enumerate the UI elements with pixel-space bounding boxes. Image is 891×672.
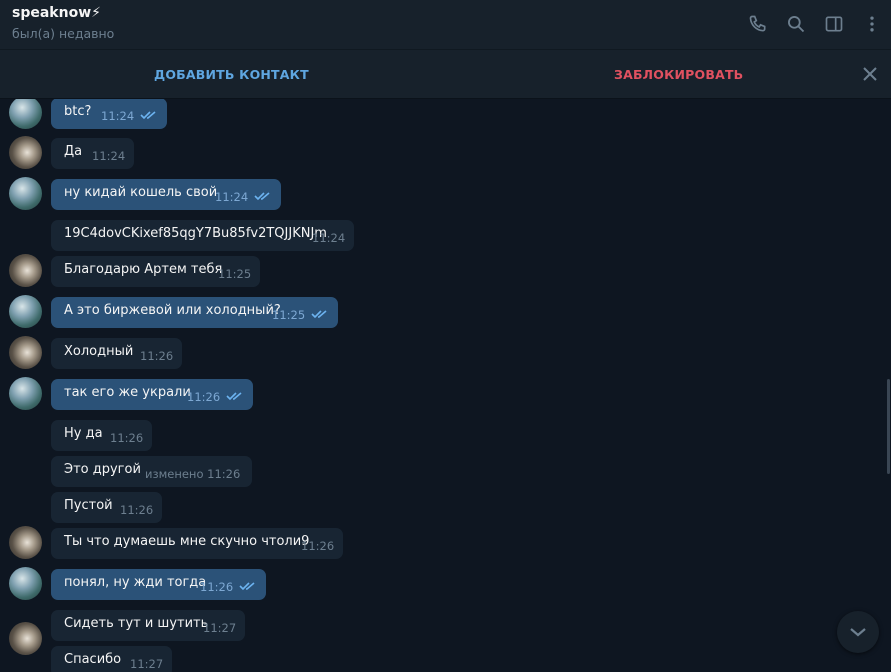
message-bubble[interactable]: 19C4dovCKixef85qgY7Bu85fv2TQJJKNJm 11:24: [51, 220, 354, 251]
search-icon[interactable]: [784, 12, 808, 36]
chevron-down-icon: [850, 628, 866, 637]
message-bubble[interactable]: понял, ну жди тогда 11:26: [51, 569, 266, 600]
message-text: Ну да: [64, 426, 103, 441]
message-text: Это другой: [64, 462, 141, 477]
read-receipt-icon: [311, 310, 327, 319]
message-time: 11:27: [203, 621, 237, 635]
message-text: ну кидай кошель свой: [64, 185, 218, 200]
phone-icon[interactable]: [746, 12, 770, 36]
message-text: Благодарю Артем тебя: [64, 262, 223, 277]
message-text: Да: [64, 144, 83, 159]
message-bubble[interactable]: Благодарю Артем тебя 11:25: [51, 256, 260, 287]
read-receipt-icon: [254, 192, 270, 201]
message-bubble[interactable]: Ты что думаешь мне скучно чтоли9 11:26: [51, 528, 343, 559]
chat-title[interactable]: speaknow⚡: [12, 5, 101, 21]
message-time: 11:26: [110, 431, 144, 445]
avatar[interactable]: [9, 136, 42, 169]
message-time: 11:26: [301, 539, 335, 553]
close-icon[interactable]: [861, 65, 879, 83]
scroll-to-bottom-button[interactable]: [837, 611, 879, 653]
message-bubble[interactable]: btc? 11:24: [51, 99, 167, 129]
message-time: 11:25: [272, 308, 306, 322]
avatar[interactable]: [9, 622, 42, 655]
message-time: 11:26: [187, 390, 221, 404]
avatar[interactable]: [9, 567, 42, 600]
message-text: Спасибо: [64, 652, 122, 667]
message-text: Сидеть тут и шутить: [64, 616, 209, 631]
message-text: 19C4dovCKixef85qgY7Bu85fv2TQJJKNJm: [64, 226, 327, 241]
message-list[interactable]: btc? 11:24 Да 11:24 ну кидай кошель свой…: [0, 99, 891, 672]
read-receipt-icon: [239, 582, 255, 591]
message-time: 11:24: [92, 149, 126, 163]
avatar[interactable]: [9, 177, 42, 210]
add-contact-button[interactable]: ДОБАВИТЬ КОНТАКТ: [154, 67, 309, 82]
message-time: 11:27: [130, 657, 164, 671]
message-bubble[interactable]: Да 11:24: [51, 138, 134, 169]
message-time: 11:24: [215, 190, 249, 204]
avatar[interactable]: [9, 254, 42, 287]
sidebar-toggle-icon[interactable]: [822, 12, 846, 36]
read-receipt-icon: [226, 392, 242, 401]
message-bubble[interactable]: Холодный 11:26: [51, 338, 182, 369]
scrollbar[interactable]: [885, 99, 891, 672]
avatar[interactable]: [9, 99, 42, 129]
more-icon[interactable]: [860, 12, 884, 36]
message-time: 11:24: [101, 109, 135, 123]
message-bubble[interactable]: Пустой 11:26: [51, 492, 162, 523]
message-bubble[interactable]: Это другой изменено 11:26: [51, 456, 252, 487]
message-text: btc?: [64, 104, 92, 119]
avatar[interactable]: [9, 526, 42, 559]
message-time: 11:25: [218, 267, 252, 281]
avatar[interactable]: [9, 295, 42, 328]
action-bar: ДОБАВИТЬ КОНТАКТ ЗАБЛОКИРОВАТЬ: [0, 50, 891, 99]
block-button[interactable]: ЗАБЛОКИРОВАТЬ: [614, 67, 743, 82]
message-bubble[interactable]: Ну да 11:26: [51, 420, 152, 451]
scrollbar-thumb[interactable]: [887, 379, 890, 474]
message-time: изменено 11:26: [145, 467, 241, 481]
message-time: 11:26: [200, 580, 234, 594]
message-text: понял, ну жди тогда: [64, 575, 207, 590]
message-bubble[interactable]: ну кидай кошель свой 11:24: [51, 179, 281, 210]
message-bubble[interactable]: Сидеть тут и шутить 11:27: [51, 610, 245, 641]
message-text: Холодный: [64, 344, 134, 359]
message-bubble[interactable]: так его же украли 11:26: [51, 379, 253, 410]
read-receipt-icon: [140, 111, 156, 120]
chat-status: был(а) недавно: [12, 26, 115, 41]
chat-header: speaknow⚡ был(а) недавно: [0, 0, 891, 50]
message-time: 11:24: [312, 231, 346, 245]
message-text: А это биржевой или холодный?: [64, 303, 281, 318]
message-bubble[interactable]: А это биржевой или холодный? 11:25: [51, 297, 338, 328]
message-text: Ты что думаешь мне скучно чтоли9: [64, 534, 310, 549]
message-time: 11:26: [140, 349, 174, 363]
message-bubble[interactable]: Спасибо 11:27: [51, 646, 172, 672]
message-time: 11:26: [120, 503, 154, 517]
avatar[interactable]: [9, 377, 42, 410]
message-text: Пустой: [64, 498, 113, 513]
avatar[interactable]: [9, 336, 42, 369]
message-text: так его же украли: [64, 385, 191, 400]
